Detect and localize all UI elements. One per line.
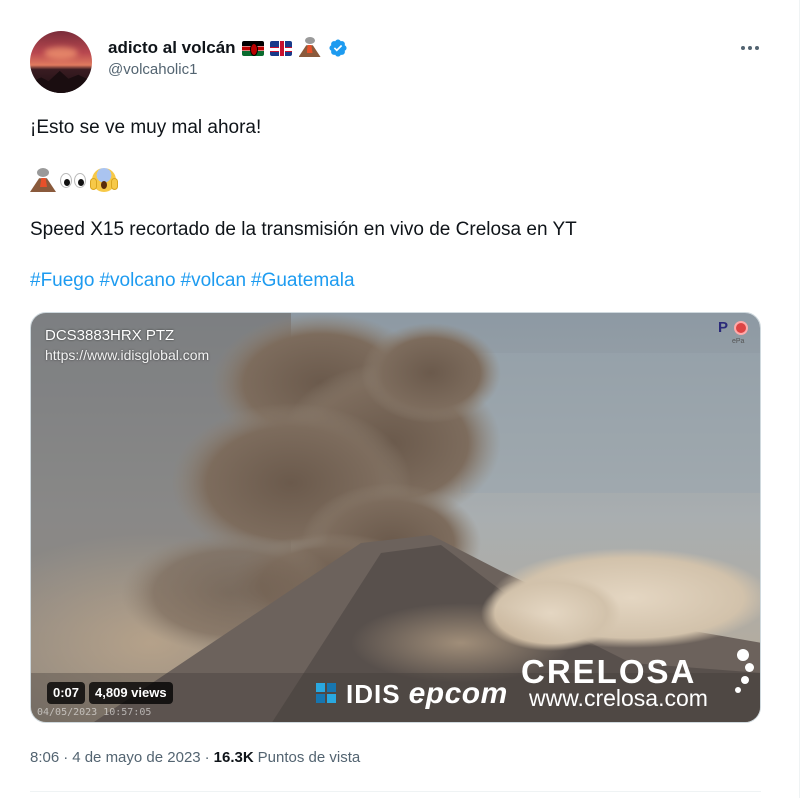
meta-separator-2: · [204, 749, 210, 766]
verified-badge-icon[interactable] [328, 38, 348, 58]
view-label: Puntos de vista [257, 749, 361, 766]
tweet-card: adicto al volcán @volcaholic1 ¡Esto se v… [0, 0, 800, 798]
kenya-flag-icon [241, 40, 264, 56]
author-name-row: adicto al volcán [108, 36, 348, 60]
author-display-name[interactable]: adicto al volcán [108, 38, 236, 58]
uk-flag-icon [269, 40, 292, 56]
screaming-face-emoji-icon [90, 166, 118, 192]
idis-text: IDIS [346, 678, 401, 709]
idis-logo-icon [316, 683, 338, 705]
avatar-glow [44, 47, 78, 59]
hashtag-volcano[interactable]: #volcano [99, 270, 175, 292]
tweet-text-line-3: Speed X15 recortado de la transmisión en… [30, 219, 577, 240]
camera-url-overlay: https://www.idisglobal.com [45, 347, 210, 363]
camera-id-overlay: DCS3883HRX PTZ [45, 327, 175, 344]
meta-separator: · [63, 749, 69, 766]
volcano-emoji-icon [30, 168, 56, 192]
video-timestamp-overlay: 04/05/2023 10:57:05 [37, 707, 152, 718]
crelosa-logo-icon [727, 649, 757, 699]
view-count: 16.3K [213, 749, 254, 766]
hashtag-fuego[interactable]: #Fuego [30, 270, 94, 292]
divider [30, 791, 761, 792]
hashtag-volcan[interactable]: #volcan [181, 270, 247, 292]
idis-epcom-watermark: IDIS epcom [316, 677, 508, 711]
video-duration-badge: 0:07 [47, 682, 86, 704]
avatar[interactable] [30, 31, 92, 93]
epcom-text: epcom [408, 677, 508, 710]
tweet-text-line-1: ¡Esto se ve muy mal ahora! [30, 117, 262, 138]
tweet-time[interactable]: 8:06 [30, 749, 59, 766]
tweet-meta: 8:06 · 4 de mayo de 2023 · 16.3K Puntos … [30, 749, 360, 766]
tweet-date[interactable]: 4 de mayo de 2023 [72, 749, 200, 766]
volcano-icon [298, 37, 321, 57]
more-horizontal-icon[interactable] [738, 36, 762, 60]
tweet-emoji-line [30, 166, 118, 192]
video-views-badge: 4,809 views [89, 682, 173, 704]
video-player[interactable]: DCS3883HRX PTZ https://www.idisglobal.co… [30, 312, 761, 723]
crelosa-url-watermark: www.crelosa.com [529, 685, 708, 711]
corner-logo-icon: PePa [718, 319, 752, 349]
hashtag-guatemala[interactable]: #Guatemala [251, 270, 355, 292]
hashtag-list: #Fuego #volcano #volcan #Guatemala [30, 270, 355, 292]
video-badges: 0:07 4,809 views [47, 682, 173, 704]
avatar-ridge [30, 70, 92, 93]
eyes-emoji-icon [59, 168, 87, 192]
author-handle[interactable]: @volcaholic1 [108, 61, 197, 78]
